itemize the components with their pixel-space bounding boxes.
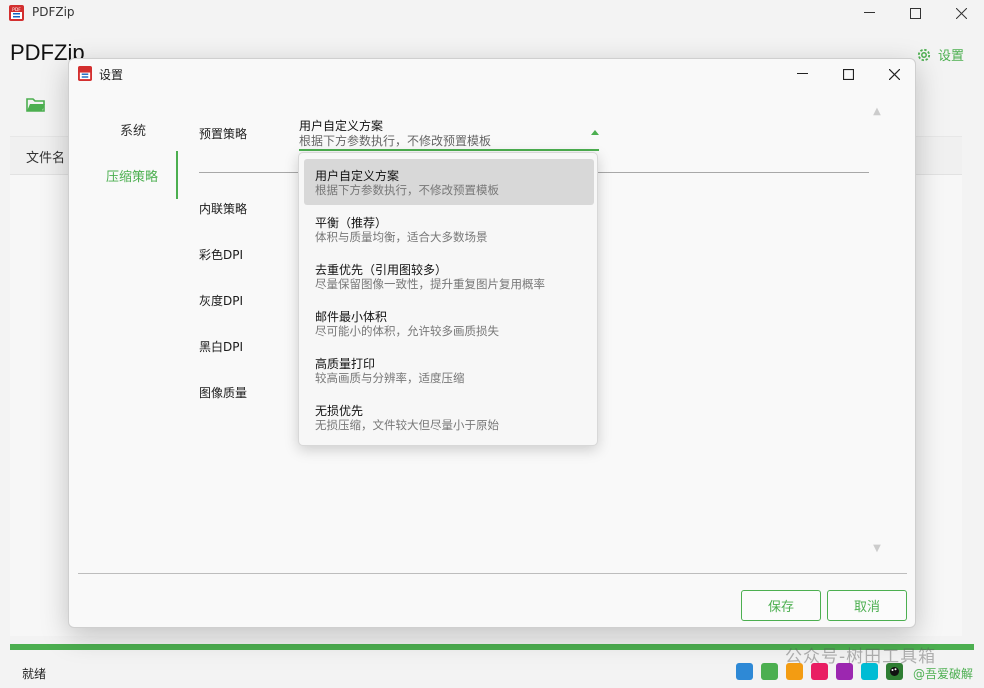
- dropdown-option[interactable]: 用户自定义方案 根据下方参数执行，不修改预置模板: [304, 159, 594, 205]
- watermark-text: 公众号-树田工具箱: [785, 647, 937, 667]
- dialog-title: 设置: [99, 68, 124, 82]
- pdfzip-logo-icon: [78, 66, 92, 81]
- credit-text: @吾爱破解: [913, 667, 974, 681]
- cancel-button[interactable]: 取消: [827, 590, 907, 621]
- nav-active-indicator: [176, 151, 178, 199]
- save-button[interactable]: 保存: [741, 590, 821, 621]
- minimize-icon: [863, 12, 875, 13]
- gear-icon: [917, 48, 931, 61]
- combo-selected-desc: 根据下方参数执行，不修改预置模板: [299, 134, 492, 148]
- option-desc: 无损压缩，文件较大但尽量小于原始: [315, 418, 499, 432]
- maximize-icon: [842, 68, 854, 80]
- app-window-title: PDFZip: [32, 5, 75, 19]
- preset-dropdown-list: 用户自定义方案 根据下方参数执行，不修改预置模板 平衡（推荐） 体积与质量均衡，…: [298, 152, 598, 446]
- preset-strategy-combobox[interactable]: 用户自定义方案 根据下方参数执行，不修改预置模板: [299, 117, 599, 151]
- mono-dpi-label: 黑白DPI: [199, 340, 244, 354]
- option-desc: 根据下方参数执行，不修改预置模板: [315, 183, 499, 197]
- image-quality-label: 图像质量: [199, 386, 248, 400]
- settings-label: 设置: [938, 49, 965, 64]
- pdfzip-logo-icon: PDF: [9, 5, 24, 21]
- svg-text:PDF: PDF: [12, 7, 21, 13]
- option-desc: 体积与质量均衡，适合大多数场景: [315, 230, 488, 244]
- scroll-up-arrow-icon[interactable]: ▲: [871, 106, 883, 118]
- chevron-up-icon: [591, 130, 599, 135]
- option-desc: 尽量保留图像一致性，提升重复图片复用概率: [315, 277, 545, 291]
- minimize-icon: [796, 73, 808, 74]
- close-icon: [888, 68, 900, 80]
- preset-strategy-label: 预置策略: [199, 127, 248, 141]
- status-text: 就绪: [22, 667, 47, 681]
- dialog-maximize-button[interactable]: [825, 61, 871, 87]
- option-desc: 较高画质与分辨率，适度压缩: [315, 371, 465, 385]
- minimize-button[interactable]: [846, 0, 892, 26]
- swatch-blue[interactable]: [736, 663, 753, 680]
- dropdown-option[interactable]: 邮件最小体积 尽可能小的体积，允许较多画质损失: [304, 300, 594, 346]
- footer-divider: [78, 573, 907, 574]
- maximize-icon: [909, 7, 921, 19]
- dropdown-option[interactable]: 高质量打印 较高画质与分辨率，适度压缩: [304, 347, 594, 393]
- dropdown-option[interactable]: 无损优先 无损压缩，文件较大但尽量小于原始: [304, 394, 594, 440]
- dialog-close-button[interactable]: [871, 61, 917, 87]
- gray-dpi-label: 灰度DPI: [199, 294, 244, 308]
- nav-item-system[interactable]: 系统: [120, 120, 146, 139]
- maximize-button[interactable]: [892, 0, 938, 26]
- nav-item-compression[interactable]: 压缩策略: [106, 166, 158, 185]
- close-icon: [955, 7, 967, 19]
- close-button[interactable]: [938, 0, 984, 26]
- dialog-titlebar: 设置: [69, 59, 915, 89]
- dialog-minimize-button[interactable]: [779, 61, 825, 87]
- open-folder-icon[interactable]: [26, 97, 46, 113]
- dropdown-option[interactable]: 平衡（推荐） 体积与质量均衡，适合大多数场景: [304, 206, 594, 252]
- swatch-green[interactable]: [761, 663, 778, 680]
- app-titlebar: PDF PDFZip: [0, 0, 984, 26]
- dropdown-option[interactable]: 去重优先（引用图较多） 尽量保留图像一致性，提升重复图片复用概率: [304, 253, 594, 299]
- palette-icon: [890, 667, 899, 676]
- color-dpi-label: 彩色DPI: [199, 248, 244, 262]
- option-desc: 尽可能小的体积，允许较多画质损失: [315, 324, 499, 338]
- scroll-down-arrow-icon[interactable]: ▼: [871, 543, 883, 555]
- inline-strategy-label: 内联策略: [199, 202, 248, 216]
- settings-link[interactable]: 设置: [916, 45, 964, 64]
